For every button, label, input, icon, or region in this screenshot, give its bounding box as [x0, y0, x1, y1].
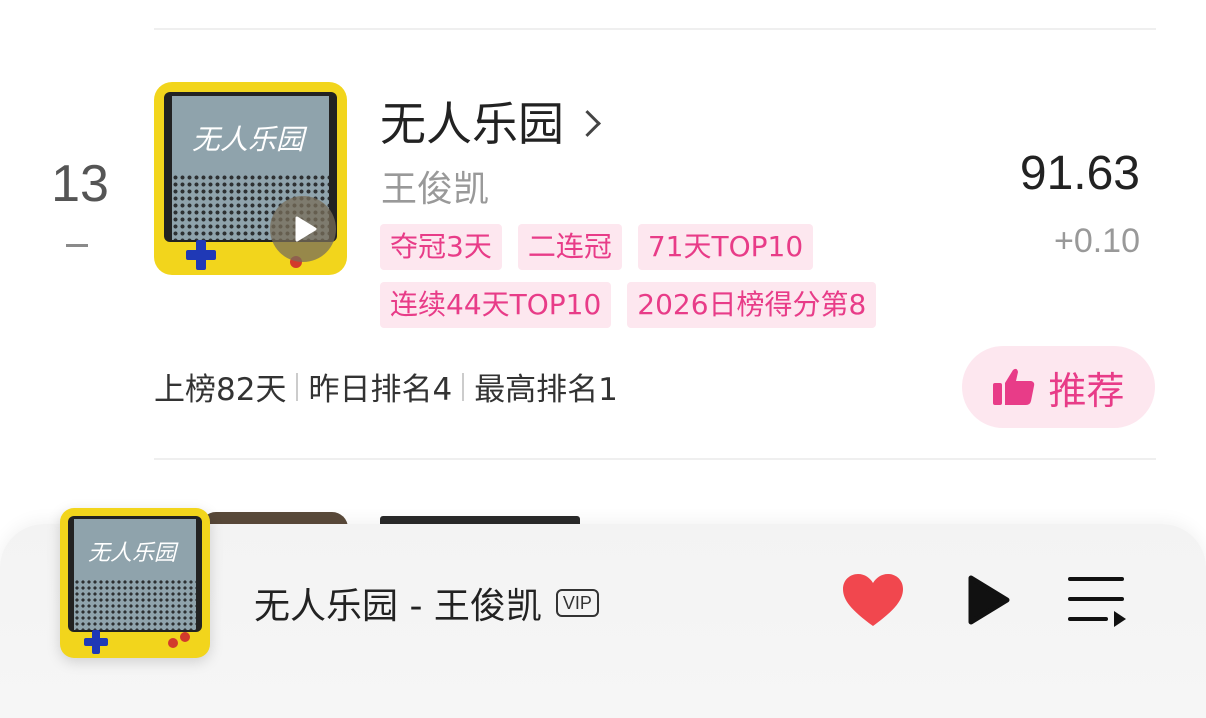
stat-separator — [296, 372, 299, 401]
chevron-right-icon — [574, 109, 601, 137]
like-button[interactable] — [840, 568, 906, 632]
play-button[interactable] — [954, 568, 1020, 632]
heart-icon — [843, 574, 903, 626]
cover-handwritten-title: 无人乐园 — [88, 541, 177, 566]
song-title-link[interactable]: 无人乐园 — [380, 88, 601, 154]
player-album-cover[interactable]: 无人乐园 — [60, 508, 210, 658]
yesterday-rank: 昨日排名4 — [308, 372, 453, 408]
now-playing-title[interactable]: 无人乐园 - 王俊凯 VIP — [254, 577, 599, 629]
stat-separator — [462, 372, 465, 401]
playlist-button[interactable] — [1064, 568, 1130, 632]
rank-unchanged-indicator — [66, 244, 88, 247]
top-divider — [154, 28, 1156, 30]
now-playing-text: 无人乐园 - 王俊凯 — [254, 586, 542, 627]
tag: 二连冠 — [517, 224, 622, 270]
play-icon — [295, 216, 317, 242]
achievement-tags: 夺冠3天 二连冠 71天TOP10 连续44天TOP10 2026日榜得分第8 — [380, 224, 940, 328]
cover-handwritten-title: 无人乐园 — [192, 123, 305, 156]
days-on-chart: 上榜82天 — [154, 372, 287, 408]
peak-rank: 最高排名1 — [474, 372, 618, 408]
thumbs-up-icon — [993, 368, 1035, 405]
score: 91.63 — [1019, 147, 1140, 200]
row-divider — [154, 458, 1156, 460]
play-icon — [968, 575, 1010, 625]
chart-stats: 上榜82天 昨日排名4 最高排名1 — [154, 364, 618, 409]
tag: 71天TOP10 — [637, 224, 814, 270]
tag: 2026日榜得分第8 — [627, 282, 877, 328]
playlist-icon — [1068, 577, 1126, 627]
song-title: 无人乐园 — [380, 97, 564, 151]
vip-badge: VIP — [555, 589, 599, 617]
play-overlay-button[interactable] — [270, 196, 336, 262]
rank-number: 13 — [51, 155, 109, 213]
artist-name[interactable]: 王俊凯 — [381, 160, 489, 212]
tag: 连续44天TOP10 — [380, 282, 612, 328]
recommend-button[interactable]: 推荐 — [962, 346, 1155, 428]
tag: 夺冠3天 — [380, 224, 502, 270]
score-change: +0.10 — [1053, 222, 1140, 260]
recommend-label: 推荐 — [1048, 368, 1125, 413]
